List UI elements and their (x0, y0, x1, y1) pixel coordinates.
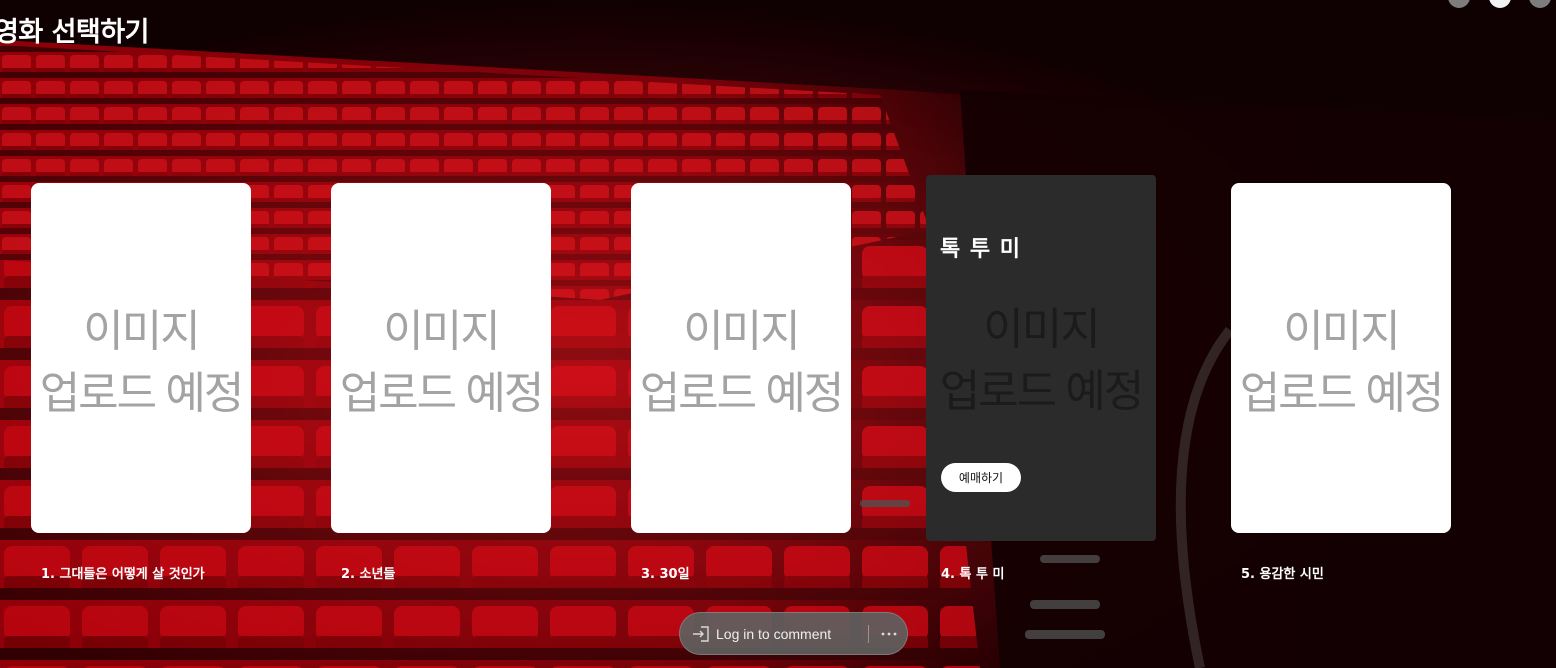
comment-bar: Log in to comment (679, 612, 908, 655)
more-options-button[interactable] (876, 613, 902, 654)
poster-placeholder-line2: 업로드 예정 (339, 369, 545, 418)
poster-placeholder-line1: 이미지 (983, 305, 1100, 354)
poster-placeholder-line1: 이미지 (683, 307, 800, 356)
page-title: 영화 선택하기 (0, 17, 149, 48)
poster-placeholder: 이미지 업로드 예정 (631, 301, 851, 425)
login-to-comment-button[interactable]: Log in to comment (692, 613, 831, 654)
card-movie-title: 톡 투 미 (940, 237, 1022, 262)
comment-bar-divider (868, 625, 869, 643)
poster-placeholder-line1: 이미지 (1283, 307, 1400, 356)
poster-placeholder-line2: 업로드 예정 (639, 369, 845, 418)
book-ticket-button[interactable]: 예매하기 (941, 463, 1021, 492)
movie-card-2[interactable]: 이미지 업로드 예정 (331, 183, 551, 533)
movie-card-1[interactable]: 이미지 업로드 예정 (31, 183, 251, 533)
more-dots-icon (881, 632, 897, 635)
page: 영화 선택하기 이미지 업로드 예정 1. 그대들은 어떻게 살 것인가 이미지… (0, 0, 1556, 668)
movie-caption-1[interactable]: 1. 그대들은 어떻게 살 것인가 (41, 563, 205, 582)
login-arrow-icon (693, 625, 709, 642)
movie-card-4-hovered[interactable]: 톡 투 미 이미지 업로드 예정 예매하기 (926, 175, 1156, 541)
movie-card-3[interactable]: 이미지 업로드 예정 (631, 183, 851, 533)
poster-placeholder: 이미지 업로드 예정 (331, 301, 551, 425)
movie-card-5[interactable]: 이미지 업로드 예정 (1231, 183, 1451, 533)
login-to-comment-label: Log in to comment (716, 625, 832, 642)
poster-placeholder: 이미지 업로드 예정 (31, 301, 251, 425)
poster-placeholder-line2: 업로드 예정 (1239, 369, 1445, 418)
movie-caption-5[interactable]: 5. 용감한 시민 (1241, 563, 1324, 582)
poster-placeholder-line1: 이미지 (383, 307, 500, 356)
poster-placeholder: 이미지 업로드 예정 (926, 299, 1156, 423)
poster-placeholder-line2: 업로드 예정 (939, 367, 1145, 416)
poster-placeholder-line2: 업로드 예정 (39, 369, 245, 418)
movie-caption-4[interactable]: 4. 톡 투 미 (941, 563, 1004, 582)
movie-caption-2[interactable]: 2. 소년들 (341, 563, 395, 582)
poster-placeholder: 이미지 업로드 예정 (1231, 301, 1451, 425)
poster-placeholder-line1: 이미지 (83, 307, 200, 356)
movie-caption-3[interactable]: 3. 30일 (641, 563, 690, 582)
